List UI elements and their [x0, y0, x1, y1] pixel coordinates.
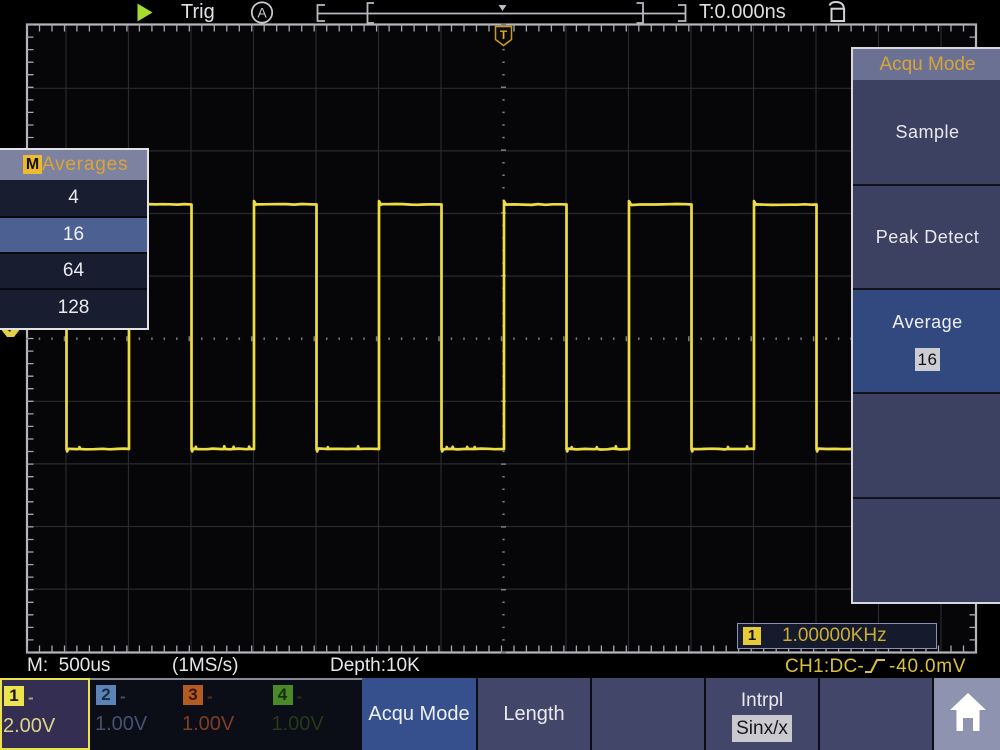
svg-text:T: T: [500, 28, 508, 42]
svg-text:A: A: [257, 5, 267, 21]
